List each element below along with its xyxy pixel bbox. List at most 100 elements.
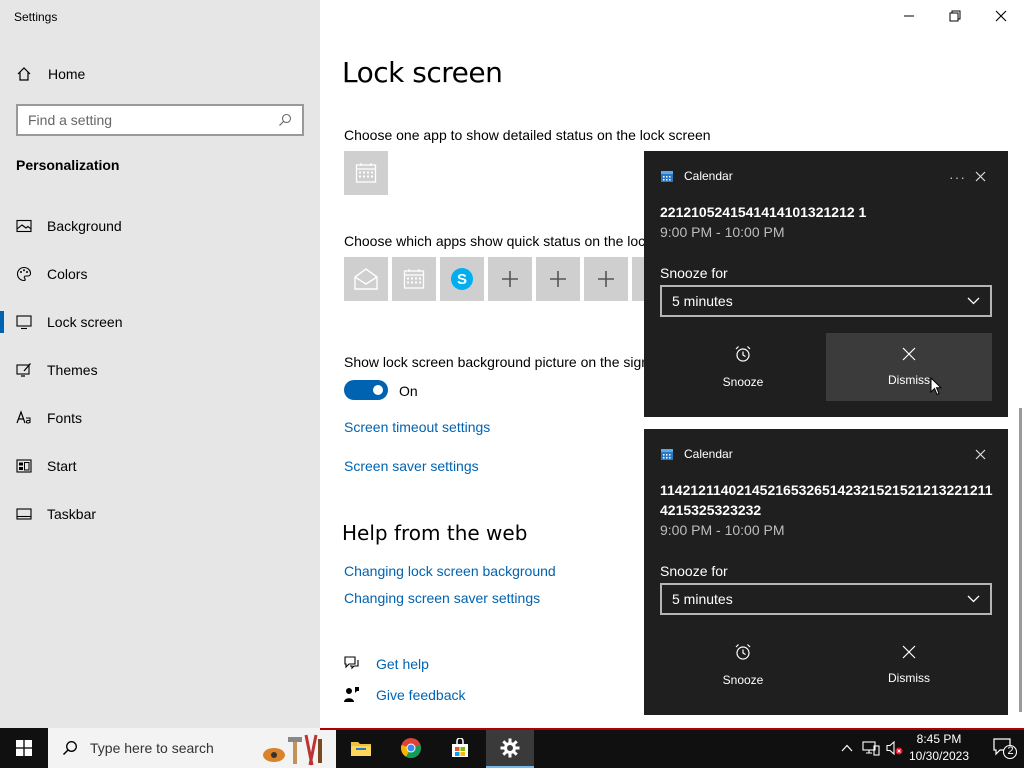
- toast-event-time: 9:00 PM - 10:00 PM: [660, 224, 785, 240]
- get-help-label: Get help: [376, 655, 429, 672]
- dismiss-x-icon: [902, 645, 916, 659]
- restore-icon: [949, 10, 961, 22]
- windows-logo-icon: [16, 740, 32, 756]
- taskbar-settings[interactable]: [486, 728, 534, 768]
- quick-status-mail-button[interactable]: [344, 257, 388, 301]
- dismiss-button[interactable]: Dismiss: [826, 333, 992, 401]
- dismiss-button[interactable]: Dismiss: [826, 631, 992, 699]
- sidebar-item-start[interactable]: Start: [0, 442, 320, 490]
- taskbar-file-explorer[interactable]: [337, 728, 385, 768]
- chat-help-icon: [344, 656, 359, 670]
- sidebar-item-label: Taskbar: [47, 506, 97, 522]
- toast-more-options[interactable]: ···: [949, 169, 966, 185]
- sidebar-item-fonts[interactable]: Fonts: [0, 394, 320, 442]
- quick-status-add-button-2[interactable]: [536, 257, 580, 301]
- plus-icon: [598, 271, 614, 287]
- sidebar-item-label: Themes: [47, 362, 98, 378]
- calendar-toast-2[interactable]: Calendar 1142121140214521653265142321521…: [644, 429, 1008, 715]
- mail-icon: [354, 268, 378, 290]
- restore-button[interactable]: [932, 0, 978, 32]
- alarm-clock-icon: [735, 644, 751, 660]
- help-link-lock-screen-background[interactable]: Changing lock screen background: [344, 563, 556, 579]
- fonts-icon: [16, 410, 31, 424]
- search-icon: [62, 741, 77, 756]
- feedback-icon: [344, 687, 359, 702]
- detailed-status-app-button[interactable]: [344, 151, 388, 195]
- screen-saver-link[interactable]: Screen saver settings: [344, 458, 479, 474]
- snooze-duration-select[interactable]: 5 minutes: [660, 285, 992, 317]
- screen-timeout-link[interactable]: Screen timeout settings: [344, 419, 490, 435]
- taskbar-store[interactable]: [436, 728, 484, 768]
- start-icon: [16, 459, 32, 473]
- sidebar-nav: Background Colors Lock screen Themes Fon…: [0, 202, 320, 538]
- network-icon: [862, 741, 880, 756]
- find-setting-search[interactable]: [16, 104, 304, 136]
- toast-header: Calendar: [660, 169, 733, 183]
- sidebar-item-taskbar[interactable]: Taskbar: [0, 490, 320, 538]
- calendar-toast-1[interactable]: Calendar ··· 2212105241541414101321212 1…: [644, 151, 1008, 417]
- lock-screen-icon: [16, 315, 32, 330]
- alarm-clock-icon: [735, 346, 751, 362]
- section-heading: Personalization: [16, 157, 120, 173]
- close-window-button[interactable]: [978, 0, 1024, 32]
- mouse-cursor-icon: [930, 377, 942, 396]
- quick-status-add-button-3[interactable]: [584, 257, 628, 301]
- show-hidden-icons-button[interactable]: [836, 728, 858, 768]
- chevron-up-icon: [841, 744, 853, 752]
- taskbar-clock[interactable]: 8:45 PM 10/30/2023: [905, 731, 973, 765]
- sidebar-item-background[interactable]: Background: [0, 202, 320, 250]
- search-icon[interactable]: [278, 113, 292, 127]
- themes-icon: [16, 363, 31, 377]
- toast-close-button[interactable]: [975, 169, 986, 187]
- calendar-icon: [403, 269, 425, 289]
- sidebar-item-label: Colors: [47, 266, 88, 282]
- network-tray-button[interactable]: [860, 728, 882, 768]
- background-on-signin-toggle[interactable]: [344, 380, 388, 400]
- quick-status-calendar-button[interactable]: [392, 257, 436, 301]
- minimize-button[interactable]: [886, 0, 932, 32]
- snooze-button[interactable]: Snooze: [660, 631, 826, 699]
- snooze-button-label: Snooze: [722, 673, 764, 687]
- taskbar-search-box[interactable]: Type here to search: [48, 728, 336, 768]
- home-nav-item[interactable]: Home: [16, 64, 85, 84]
- get-help-link[interactable]: Get help: [343, 655, 429, 672]
- dismiss-button-label: Dismiss: [888, 373, 930, 387]
- give-feedback-link[interactable]: Give feedback: [343, 686, 466, 703]
- toast-app-name: Calendar: [684, 169, 733, 183]
- sidebar-item-label: Fonts: [47, 410, 83, 426]
- picture-icon: [16, 219, 32, 233]
- toast-event-title: 1142121140214521653265142321521521213221…: [660, 482, 993, 518]
- give-feedback-label: Give feedback: [376, 686, 466, 703]
- tools-illustration-icon: [263, 734, 322, 766]
- snooze-button[interactable]: Snooze: [660, 333, 826, 401]
- sidebar-item-themes[interactable]: Themes: [0, 346, 320, 394]
- quick-status-add-button-1[interactable]: [488, 257, 532, 301]
- skype-icon: S: [451, 268, 473, 290]
- toast-header: Calendar: [660, 447, 733, 461]
- chevron-down-icon: [967, 595, 980, 603]
- quick-status-skype-button[interactable]: S: [440, 257, 484, 301]
- page-title: Lock screen: [342, 56, 503, 89]
- sidebar-item-lock-screen[interactable]: Lock screen: [0, 298, 320, 346]
- action-center-button[interactable]: 2: [993, 737, 1018, 764]
- sidebar-item-colors[interactable]: Colors: [0, 250, 320, 298]
- find-setting-input[interactable]: [28, 112, 268, 128]
- minimize-icon: [904, 15, 914, 17]
- toast-event-title: 2212105241541414101321212 1: [660, 204, 867, 220]
- scrollbar[interactable]: [1019, 408, 1022, 712]
- toast-close-button[interactable]: [975, 447, 986, 465]
- start-button[interactable]: [0, 728, 48, 768]
- close-icon: [995, 10, 1007, 22]
- help-link-screen-saver[interactable]: Changing screen saver settings: [344, 590, 540, 606]
- calendar-app-icon: [661, 171, 673, 182]
- calendar-app-icon: [661, 449, 673, 460]
- notification-count: 2: [1007, 745, 1014, 757]
- taskbar-chrome[interactable]: [387, 728, 435, 768]
- toggle-state-label: On: [399, 383, 418, 399]
- quick-status-add-button-4[interactable]: [632, 257, 644, 301]
- taskbar-search-placeholder: Type here to search: [90, 740, 214, 756]
- snooze-duration-select[interactable]: 5 minutes: [660, 583, 992, 615]
- dismiss-button-label: Dismiss: [888, 671, 930, 685]
- clock-time: 8:45 PM: [916, 732, 962, 746]
- volume-tray-button[interactable]: [884, 728, 906, 768]
